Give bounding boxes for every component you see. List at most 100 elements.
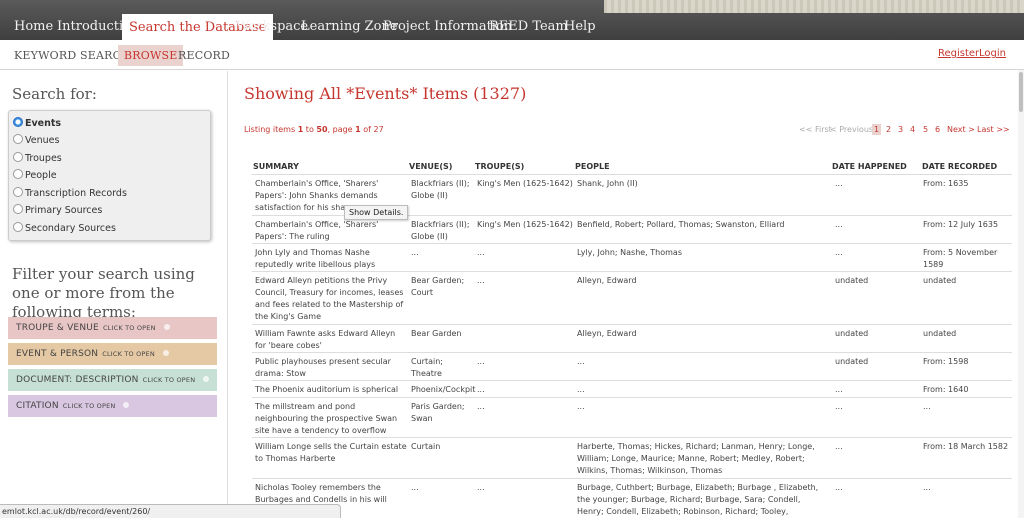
tab-browse[interactable]: BROWSE bbox=[118, 45, 184, 66]
pager-last[interactable]: Last >> bbox=[977, 125, 1010, 134]
row-troupes[interactable]: ... bbox=[477, 356, 573, 368]
pager-page[interactable]: 6 bbox=[935, 125, 940, 134]
row-troupes[interactable]: ... bbox=[477, 482, 573, 494]
row-summary-link[interactable]: The millstream and pond neighbouring the… bbox=[255, 401, 408, 437]
option-primary-sources[interactable]: Primary Sources bbox=[13, 203, 102, 218]
column-header-date-happened[interactable]: DATE HAPPENED bbox=[832, 162, 907, 171]
scrollbar[interactable] bbox=[1018, 70, 1024, 518]
row-people[interactable]: Benfield, Robert; Pollard, Thomas; Swans… bbox=[577, 219, 827, 231]
column-header-troupes[interactable]: TROUPE(S) bbox=[475, 162, 524, 171]
row-summary-link[interactable]: Chamberlain's Office, 'Sharers' Papers':… bbox=[255, 219, 408, 243]
row-summary-link[interactable]: Nicholas Tooley remembers the Burbages a… bbox=[255, 482, 408, 506]
row-troupes[interactable]: ... bbox=[477, 384, 573, 396]
register-link[interactable]: Register bbox=[938, 48, 979, 59]
row-venues[interactable]: Curtain bbox=[411, 441, 475, 453]
option-troupes[interactable]: Troupes bbox=[13, 151, 62, 166]
column-header-people[interactable]: PEOPLE bbox=[575, 162, 610, 171]
radio-icon[interactable] bbox=[13, 134, 23, 144]
row-troupes[interactable]: King's Men (1625-1642) bbox=[477, 178, 573, 190]
filter-citation[interactable]: CITATION CLICK TO OPEN bbox=[8, 395, 217, 417]
row-date-happened: ... bbox=[835, 220, 843, 229]
pager-previous: < Previous bbox=[830, 125, 874, 134]
option-events[interactable]: Events bbox=[13, 116, 61, 131]
radio-icon[interactable] bbox=[13, 152, 23, 162]
row-summary-link[interactable]: John Lyly and Thomas Nashe reputedly wri… bbox=[255, 247, 408, 271]
pager-page[interactable]: 4 bbox=[910, 125, 915, 134]
row-venues[interactable]: Phoenix/Cockpit bbox=[411, 384, 475, 396]
row-summary-link[interactable]: Edward Alleyn petitions the Privy Counci… bbox=[255, 275, 408, 323]
filter-troupe-venue[interactable]: TROUPE & VENUE CLICK TO OPEN bbox=[8, 317, 217, 339]
nav-help[interactable]: Help bbox=[564, 13, 596, 40]
nav-reed-team[interactable]: REED Team bbox=[489, 13, 568, 40]
row-people[interactable]: ... bbox=[577, 356, 827, 368]
row-troupes[interactable]: ... bbox=[477, 275, 573, 287]
row-venues[interactable]: Paris Garden; Swan bbox=[411, 401, 475, 425]
row-troupes[interactable]: ... bbox=[477, 247, 573, 259]
filter-label: EVENT & PERSON bbox=[16, 349, 99, 359]
pager-page[interactable]: 5 bbox=[923, 125, 928, 134]
row-venues[interactable]: Curtain; Theatre bbox=[411, 356, 475, 380]
column-header-summary[interactable]: SUMMARY bbox=[253, 162, 299, 171]
help-icon[interactable] bbox=[162, 350, 169, 356]
row-people[interactable]: ... bbox=[577, 384, 827, 396]
row-people[interactable]: Shank, John (II) bbox=[577, 178, 827, 190]
help-icon[interactable] bbox=[163, 324, 170, 330]
row-people[interactable]: Burbage, Cuthbert; Burbage, Elizabeth; B… bbox=[577, 482, 827, 518]
scrollbar-thumb[interactable] bbox=[1019, 72, 1023, 112]
row-date-happened: ... bbox=[835, 402, 843, 411]
row-venues[interactable]: ... bbox=[411, 247, 475, 259]
column-header-date-recorded[interactable]: DATE RECORDED bbox=[922, 162, 997, 171]
row-people[interactable]: Alleyn, Edward bbox=[577, 328, 827, 340]
row-summary-link[interactable]: The Phoenix auditorium is spherical bbox=[255, 384, 408, 396]
header-artwork bbox=[604, 0, 1024, 13]
pager-first: << First bbox=[799, 125, 832, 134]
pager-page-current[interactable]: 1 bbox=[872, 124, 882, 135]
option-people[interactable]: People bbox=[13, 168, 57, 183]
filter-document-description[interactable]: DOCUMENT: DESCRIPTION CLICK TO OPEN bbox=[8, 369, 217, 391]
row-date-happened: undated bbox=[835, 276, 869, 285]
radio-icon[interactable] bbox=[13, 204, 23, 214]
row-date-happened: undated bbox=[835, 329, 869, 338]
row-venues[interactable]: ... bbox=[411, 482, 475, 494]
row-date-happened: ... bbox=[835, 385, 843, 394]
pager-page[interactable]: 2 bbox=[886, 125, 891, 134]
row-venues[interactable]: Bear Garden; Court bbox=[411, 275, 475, 299]
row-divider bbox=[252, 271, 1012, 272]
filter-event-person[interactable]: EVENT & PERSON CLICK TO OPEN bbox=[8, 343, 217, 365]
nav-home[interactable]: Home bbox=[14, 13, 53, 40]
row-date-recorded: From: 1635 bbox=[923, 179, 969, 188]
radio-selected-icon[interactable] bbox=[13, 117, 23, 127]
row-people[interactable]: Harberte, Thomas; Hickes, Richard; Lanma… bbox=[577, 441, 827, 477]
row-venues[interactable]: Bear Garden bbox=[411, 328, 475, 340]
row-divider bbox=[252, 324, 1012, 325]
option-transcription-records[interactable]: Transcription Records bbox=[13, 186, 127, 201]
row-people[interactable]: ... bbox=[577, 401, 827, 413]
filter-label: DOCUMENT: DESCRIPTION bbox=[16, 375, 139, 385]
row-summary-link[interactable]: Public playhouses present secular drama:… bbox=[255, 356, 408, 380]
help-icon[interactable] bbox=[123, 402, 130, 408]
row-troupes[interactable]: King's Men (1625-1642) bbox=[477, 219, 573, 231]
nav-workspace[interactable]: Workspace bbox=[236, 13, 308, 40]
row-divider bbox=[252, 380, 1012, 381]
row-date-happened: ... bbox=[835, 483, 843, 492]
tab-record[interactable]: RECORD bbox=[178, 49, 230, 62]
row-troupes[interactable]: ... bbox=[477, 401, 573, 413]
pager-page[interactable]: 3 bbox=[898, 125, 903, 134]
tab-keyword-search[interactable]: KEYWORD SEARCH bbox=[14, 49, 131, 62]
row-date-recorded: From: 1598 bbox=[923, 357, 969, 366]
row-summary-link[interactable]: William Longe sells the Curtain estate t… bbox=[255, 441, 408, 465]
login-link[interactable]: Login bbox=[979, 48, 1006, 59]
option-secondary-sources[interactable]: Secondary Sources bbox=[13, 221, 116, 236]
row-people[interactable]: Alleyn, Edward bbox=[577, 275, 827, 287]
pager-next[interactable]: Next > bbox=[947, 125, 975, 134]
row-venues[interactable]: Blackfriars (II); Globe (II) bbox=[411, 178, 475, 202]
row-venues[interactable]: Blackfriars (II); Globe (II) bbox=[411, 219, 475, 243]
radio-icon[interactable] bbox=[13, 187, 23, 197]
row-people[interactable]: Lyly, John; Nashe, Thomas bbox=[577, 247, 827, 259]
radio-icon[interactable] bbox=[13, 169, 23, 179]
radio-icon[interactable] bbox=[13, 222, 23, 232]
row-summary-link[interactable]: William Fawnte asks Edward Alleyn for 'b… bbox=[255, 328, 408, 352]
option-venues[interactable]: Venues bbox=[13, 133, 59, 148]
column-header-venues[interactable]: VENUE(S) bbox=[409, 162, 452, 171]
help-icon[interactable] bbox=[203, 376, 210, 382]
